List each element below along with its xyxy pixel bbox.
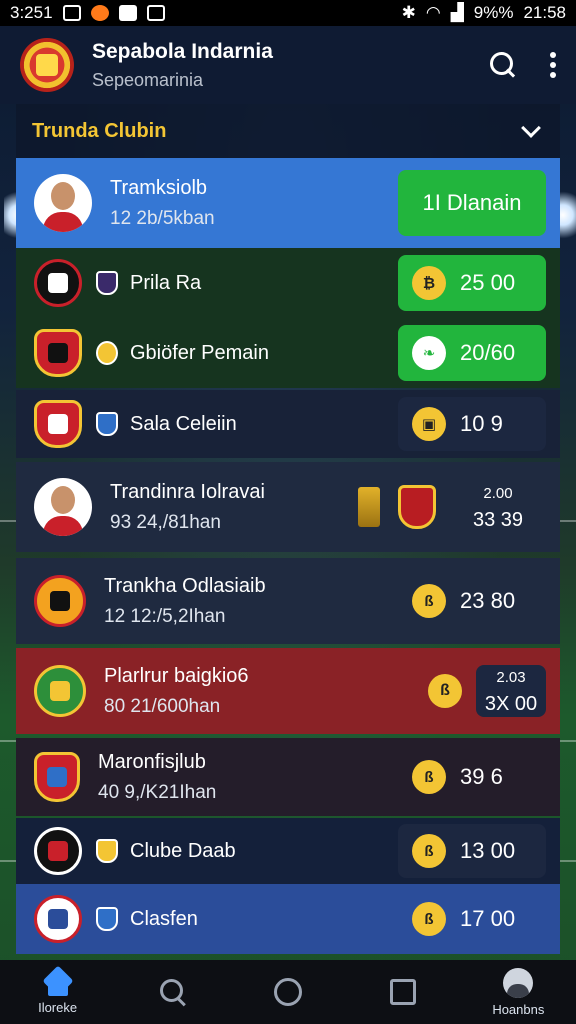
coin-icon: ß [428, 674, 462, 708]
coin-icon: ß [412, 902, 446, 936]
list-item[interactable]: Clasfen ß 17 00 [16, 884, 560, 954]
club-crest-icon [398, 485, 436, 529]
small-crest-icon [96, 271, 118, 295]
list-item[interactable]: Sala Celeiin ▣ 10 9 [16, 390, 560, 458]
score-pill: ß 17 00 [398, 899, 546, 939]
club-crest-icon [34, 259, 82, 307]
player-avatar [34, 478, 92, 536]
small-crest-icon [96, 341, 118, 365]
player-name: Maronfisjlub [98, 750, 206, 773]
gallery-icon [146, 5, 165, 21]
list-item[interactable]: Maronfisjlub 40 9,/K21Ihan ß 39 6 [16, 738, 560, 816]
score-pill: ß 39 6 [398, 757, 546, 797]
featured-row[interactable]: Tramksiolb 12 2b/5kban 1I Dlanain [16, 158, 560, 248]
leaf-icon: ❧ [412, 336, 446, 370]
score-pill: ₿ 25 00 [398, 255, 546, 311]
score-pill: ▣ 10 9 [398, 397, 546, 451]
list-item[interactable]: Trandinra Iolravai 93 24,/81han 2.00 33 … [16, 462, 560, 552]
coin-icon: ß [412, 584, 446, 618]
image-icon [118, 5, 137, 21]
score-pill: ß 23 80 [398, 581, 546, 621]
coin-icon: ▣ [412, 407, 446, 441]
signal-icon: ▟ [450, 3, 464, 22]
club-name: Gbiöfer Pemain [130, 341, 269, 364]
player-sub: 93 24,/81han [110, 511, 221, 533]
nav-home-label: Iloreke [38, 999, 78, 1015]
status-bar: 3:251 ✱ ◠ ▟ 9%% 21:58 [0, 0, 576, 26]
player-name: Plarlrur baigkio6 [104, 664, 249, 687]
small-crest-icon [96, 907, 118, 931]
nav-recents[interactable] [348, 979, 458, 1005]
search-icon [159, 978, 187, 1006]
battery-text: 9%% [473, 3, 514, 22]
coin-icon: ß [412, 834, 446, 868]
player-sub: 40 9,/K21Ihan [98, 781, 217, 803]
player-sub: 12 12:/5,2Ihan [104, 605, 226, 627]
wifi-icon: ◠ [425, 3, 441, 22]
club-crest-icon [34, 827, 82, 875]
app-icon [90, 5, 109, 21]
coin-icon: ₿ [412, 266, 446, 300]
nav-home[interactable]: Iloreke [3, 970, 113, 1015]
section-header[interactable]: Trunda Clubin [16, 104, 560, 158]
nav-profile[interactable]: Hoanbns [463, 967, 573, 1017]
club-name: Clube Daab [130, 839, 236, 862]
player-sub: 80 21/600han [104, 695, 221, 717]
score-stack: 2.00 33 39 [472, 485, 524, 531]
club-crest-icon [34, 329, 82, 377]
player-avatar [34, 174, 92, 232]
section-title: Trunda Clubin [32, 119, 167, 142]
featured-sub: 12 2b/5kban [110, 207, 215, 229]
notification-icon [62, 5, 81, 21]
small-crest-icon [96, 412, 118, 436]
featured-name: Tramksiolb [110, 176, 208, 199]
player-name: Trandinra Iolravai [110, 480, 265, 503]
club-crest-icon [34, 752, 80, 802]
club-crest-icon [34, 400, 82, 448]
list-item[interactable]: Plarlrur baigkio6 80 21/600han ß 2.03 3X… [16, 648, 560, 734]
trophy-icon [358, 487, 380, 527]
nav-home-button[interactable] [233, 978, 343, 1006]
featured-button[interactable]: 1I Dlanain [398, 170, 546, 236]
club-crest-icon [34, 575, 86, 627]
profile-avatar-icon [503, 967, 534, 998]
player-name: Trankha Odlasiaib [104, 574, 266, 597]
chevron-down-icon[interactable] [521, 118, 541, 138]
list-item[interactable]: Prila Ra ₿ 25 00 [16, 248, 560, 318]
list-item[interactable]: Trankha Odlasiaib 12 12:/5,2Ihan ß 23 80 [16, 558, 560, 644]
score-stack: 2.03 3X 00 [476, 665, 546, 717]
more-options-icon[interactable] [550, 52, 556, 78]
score-pill: ß 13 00 [398, 824, 546, 878]
list-item[interactable]: Clube Daab ß 13 00 [16, 818, 560, 884]
search-icon[interactable] [490, 52, 516, 78]
app-title: Sepabola Indarnia [92, 39, 273, 63]
club-crest-icon [34, 665, 86, 717]
list-item[interactable]: Gbiöfer Pemain ❧ 20/60 [16, 318, 560, 388]
club-name: Clasfen [130, 907, 198, 930]
club-crest-icon [34, 895, 82, 943]
status-time: 3:251 [10, 3, 53, 22]
club-name: Sala Celeiin [130, 412, 237, 435]
nav-profile-label: Hoanbns [492, 1001, 545, 1017]
app-logo [20, 38, 74, 92]
small-crest-icon [96, 839, 118, 863]
app-subtitle: Sepeomarinia [92, 69, 204, 90]
square-icon [390, 979, 417, 1005]
club-name: Prila Ra [130, 271, 202, 294]
app-bar: Sepabola Indarnia Sepeomarinia [0, 26, 576, 104]
home-icon [44, 970, 72, 996]
coin-icon: ß [412, 760, 446, 794]
status-clock: 21:58 [523, 3, 566, 22]
bottom-navigation: Iloreke Hoanbns [0, 960, 576, 1024]
score-pill: ❧ 20/60 [398, 325, 546, 381]
nav-search[interactable] [118, 978, 228, 1006]
bluetooth-icon: ✱ [401, 3, 416, 22]
circle-icon [273, 978, 302, 1006]
